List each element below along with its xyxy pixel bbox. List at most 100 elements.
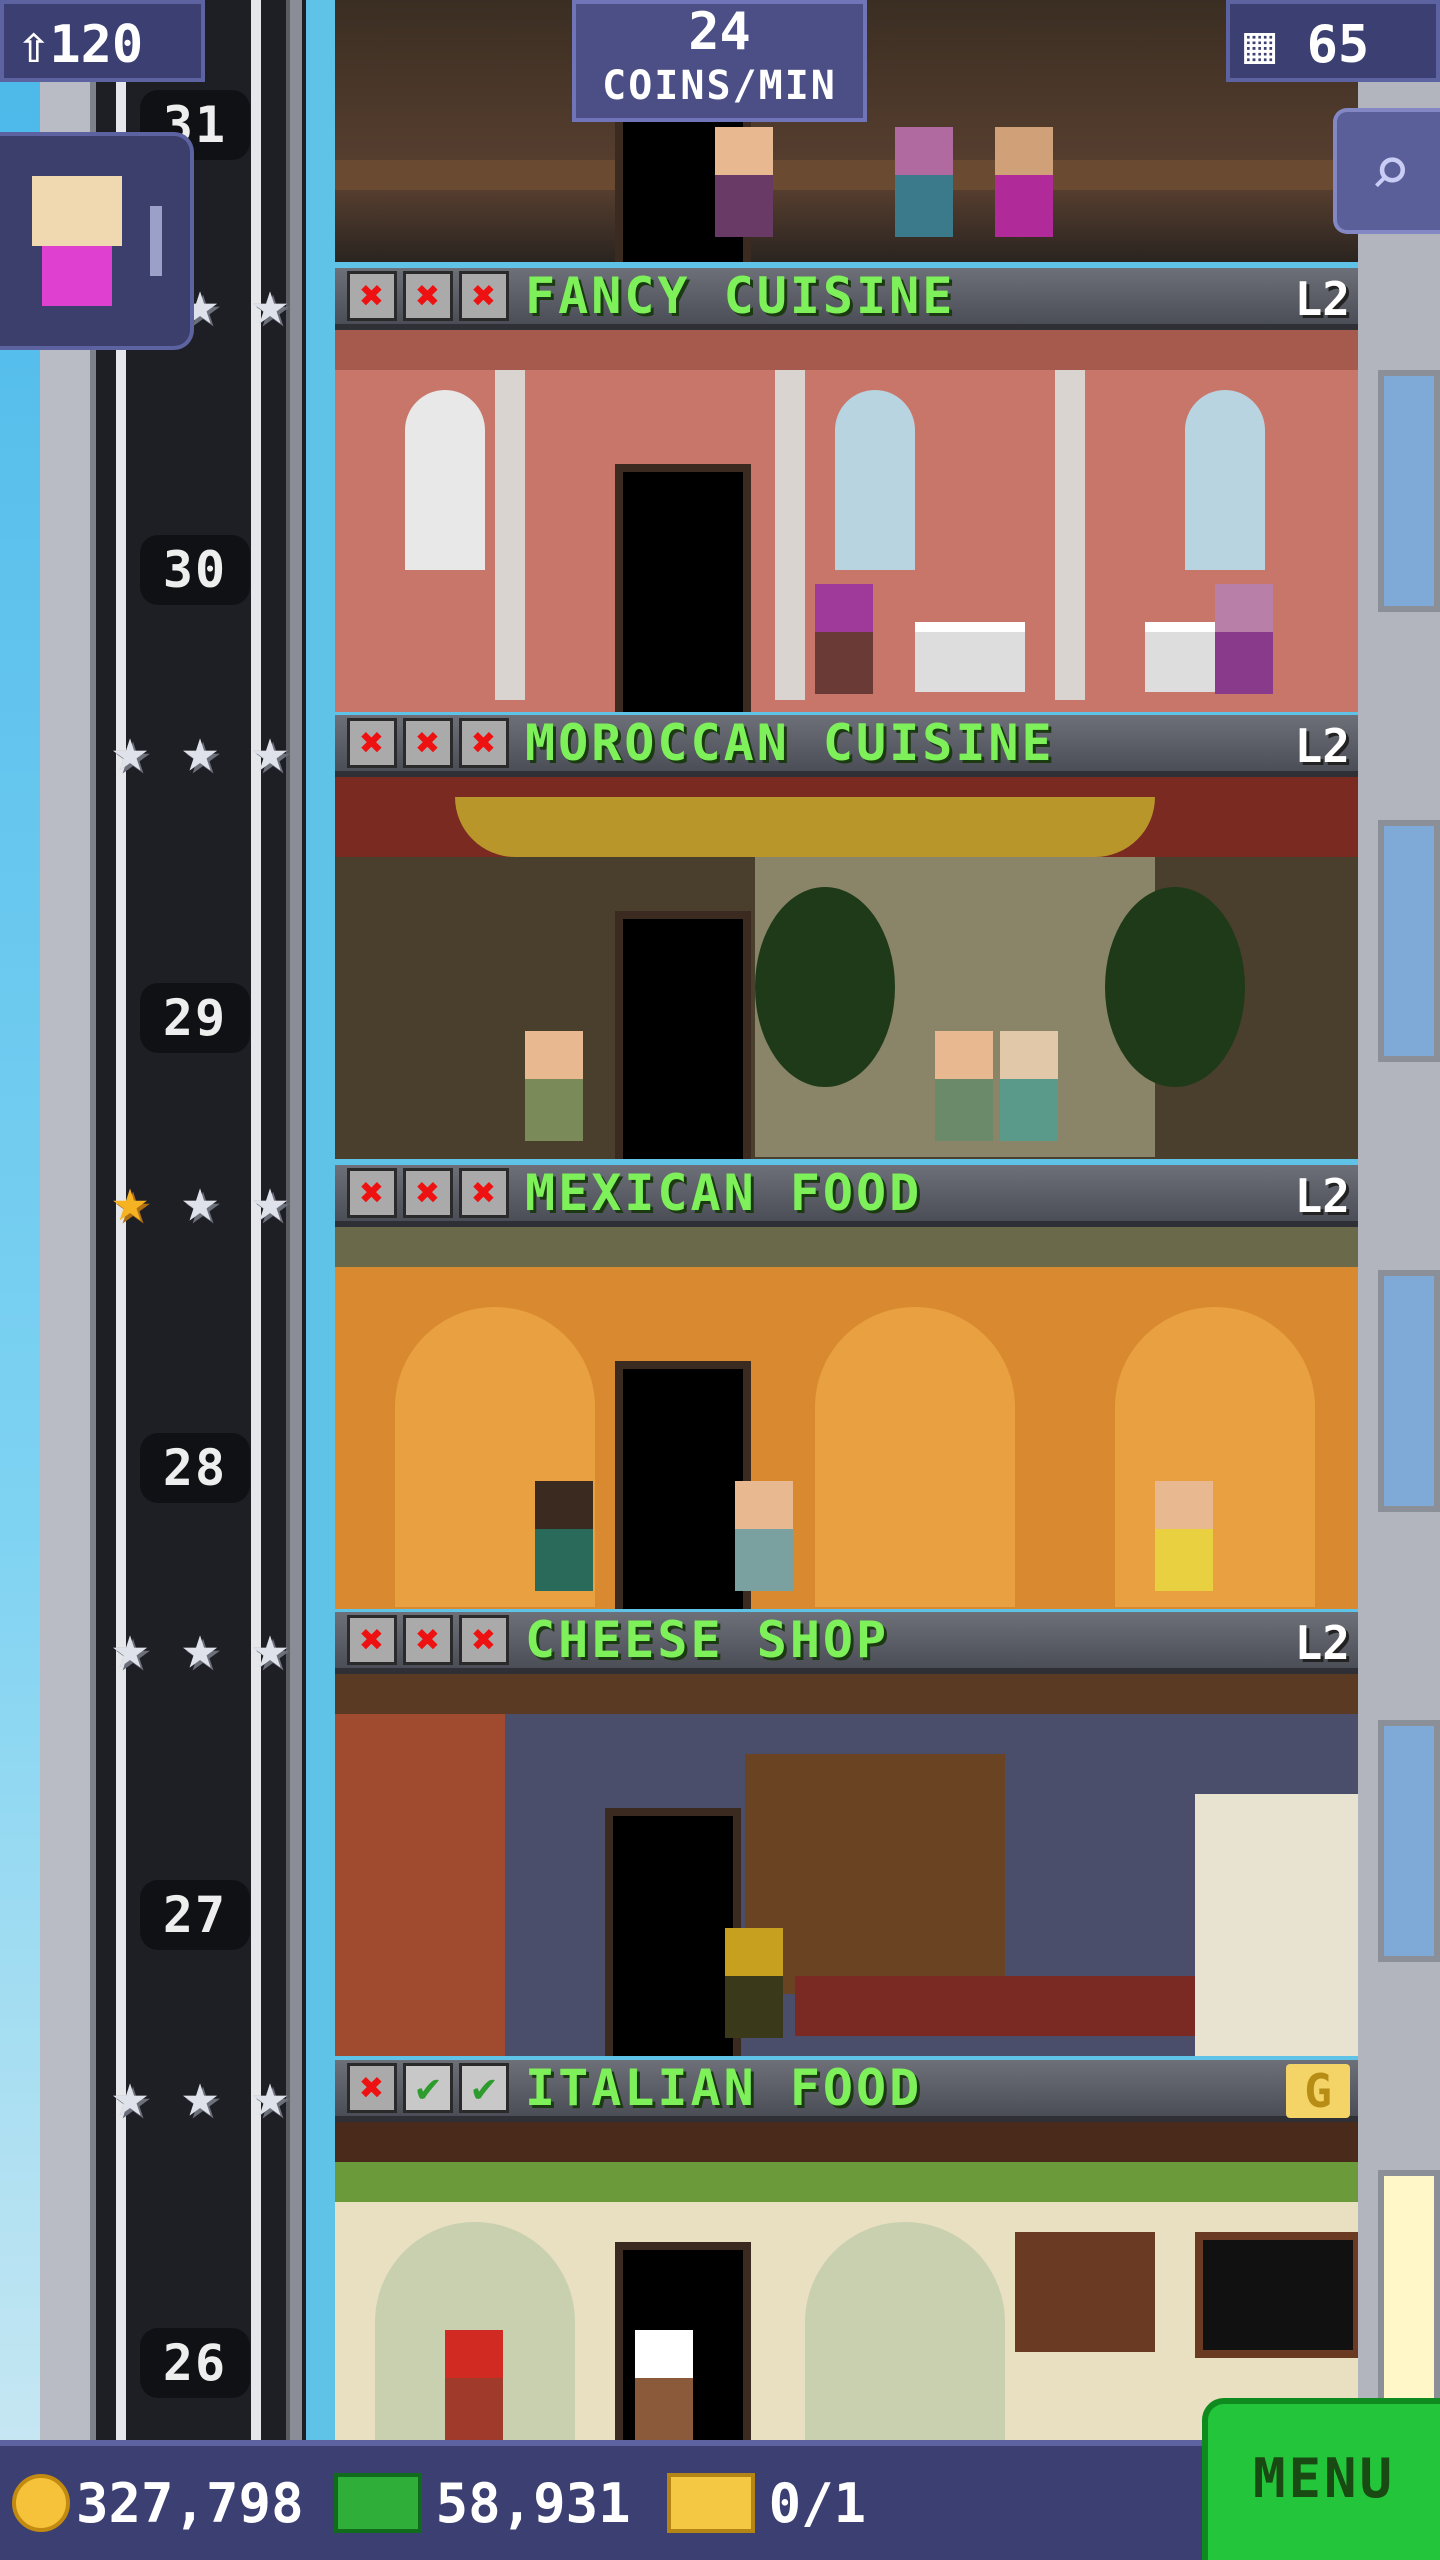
floors-counter[interactable]: ▦ 65 — [1226, 0, 1440, 82]
star-icon: ★ — [181, 1163, 219, 1236]
floor-name: MEXICAN FOOD — [525, 1164, 923, 1222]
floor-level: L2 — [1294, 719, 1350, 773]
room-door — [615, 464, 751, 712]
star-icon: ★ — [111, 713, 149, 786]
coins-per-min-value: 24 — [688, 2, 751, 62]
restock-status: ✖ ✖ ✖ — [347, 718, 509, 768]
floor-stars: ★ ★ ★ — [95, 2060, 305, 2130]
star-icon: ★ — [251, 1610, 289, 1683]
tickets-value: 0/1 — [768, 2471, 867, 2535]
x-mark-icon: ✖ — [403, 1168, 453, 1218]
floor-number-29: 29 — [140, 983, 250, 1053]
star-icon: ★ — [251, 2058, 289, 2131]
star-icon: ★ — [181, 2058, 219, 2131]
tower-left-wall — [40, 0, 98, 2440]
window — [1378, 2170, 1440, 2412]
star-icon: ★ — [181, 1610, 219, 1683]
window — [1378, 1720, 1440, 1962]
x-mark-icon: ✖ — [459, 271, 509, 321]
tower-right-wall — [1358, 0, 1440, 2440]
floor-moroccan-cuisine[interactable]: ✖ ✖ ✖ MOROCCAN CUISINE L2 — [335, 714, 1358, 1163]
floor-stars: ★ ★ ★ — [95, 1612, 305, 1682]
building-icon: ▦ — [1244, 15, 1276, 75]
x-mark-icon: ✖ — [403, 271, 453, 321]
restock-status: ✖ ✖ ✖ — [347, 1168, 509, 1218]
x-mark-icon: ✖ — [347, 718, 397, 768]
x-mark-icon: ✖ — [459, 1615, 509, 1665]
room-door — [605, 1808, 741, 2056]
gold-star-icon: ★ — [111, 1163, 149, 1236]
floor-level: G — [1286, 2064, 1350, 2118]
floor-stars: ★ ★ ★ — [95, 1165, 305, 1235]
zoom-button[interactable]: ⌕ — [1333, 108, 1440, 234]
floor-number-27: 27 — [140, 1880, 250, 1950]
star-icon: ★ — [181, 713, 219, 786]
population-icon: ⇧ — [18, 15, 50, 75]
x-mark-icon: ✖ — [459, 718, 509, 768]
table — [915, 622, 1025, 692]
x-mark-icon: ✖ — [459, 1168, 509, 1218]
window — [1378, 1270, 1440, 1512]
tower-bux-icon — [333, 2473, 422, 2533]
floor-name: MOROCCAN CUISINE — [525, 714, 1055, 772]
room-interior — [335, 1227, 1358, 1609]
population-value: 120 — [49, 15, 144, 75]
check-mark-icon: ✔ — [459, 2063, 509, 2113]
restock-status: ✖ ✖ ✖ — [347, 1615, 509, 1665]
avatar-expand-icon — [150, 206, 162, 276]
window — [1378, 820, 1440, 1062]
floor-header[interactable]: ✖ ✖ ✖ FANCY CUISINE L2 — [335, 267, 1358, 330]
floor-header[interactable]: ✖ ✖ ✖ MOROCCAN CUISINE L2 — [335, 714, 1358, 777]
coin-icon — [12, 2474, 70, 2532]
floor-header[interactable]: ✖ ✖ ✖ CHEESE SHOP L2 — [335, 1611, 1358, 1674]
room-interior — [335, 330, 1358, 712]
star-icon: ★ — [111, 1610, 149, 1683]
avatar-body — [42, 246, 112, 306]
check-mark-icon: ✔ — [403, 2063, 453, 2113]
floors-value: 65 — [1306, 15, 1370, 75]
floor-italian-food[interactable]: ✖ ✔ ✔ ITALIAN FOOD G — [335, 2059, 1358, 2440]
room-interior — [335, 1674, 1358, 2056]
floor-cheese-shop[interactable]: ✖ ✖ ✖ CHEESE SHOP L2 — [335, 1611, 1358, 2060]
floor-name: FANCY CUISINE — [525, 267, 956, 325]
floor-name: ITALIAN FOOD — [525, 2059, 923, 2117]
room-interior — [335, 2122, 1358, 2440]
floor-number-26: 26 — [140, 2328, 250, 2398]
coins-per-min-label: COINS/MIN — [602, 63, 837, 109]
room-door — [615, 1361, 751, 1609]
room-door — [615, 911, 751, 1159]
floor-number-28: 28 — [140, 1433, 250, 1503]
x-mark-icon: ✖ — [347, 271, 397, 321]
floor-header[interactable]: ✖ ✔ ✔ ITALIAN FOOD G — [335, 2059, 1358, 2122]
floor-name: CHEESE SHOP — [525, 1611, 890, 1669]
coins-per-min-panel[interactable]: 24 COINS/MIN — [572, 0, 867, 122]
room-interior — [335, 777, 1358, 1159]
golden-ticket-icon — [666, 2473, 755, 2533]
star-icon: ★ — [251, 1163, 289, 1236]
floor-level: L2 — [1294, 1616, 1350, 1670]
magnifier-icon: ⌕ — [1369, 130, 1412, 212]
floor-fancy-cuisine[interactable]: ✖ ✖ ✖ FANCY CUISINE L2 — [335, 267, 1358, 716]
floor-header[interactable]: ✖ ✖ ✖ MEXICAN FOOD L2 — [335, 1164, 1358, 1227]
floor-level: L2 — [1294, 272, 1350, 326]
window — [1378, 370, 1440, 612]
coins-value: 327,798 — [76, 2471, 304, 2535]
restock-status: ✖ ✔ ✔ — [347, 2063, 509, 2113]
x-mark-icon: ✖ — [403, 718, 453, 768]
x-mark-icon: ✖ — [347, 2063, 397, 2113]
x-mark-icon: ✖ — [347, 1615, 397, 1665]
population-counter[interactable]: ⇧120 — [0, 0, 205, 82]
x-mark-icon: ✖ — [347, 1168, 397, 1218]
bitizen-avatar-button[interactable] — [0, 132, 194, 350]
star-icon: ★ — [251, 713, 289, 786]
bux-value: 58,931 — [435, 2471, 631, 2535]
avatar-head — [32, 176, 122, 246]
floor-number-30: 30 — [140, 535, 250, 605]
floor-stars: ★ ★ ★ — [95, 715, 305, 785]
menu-button[interactable]: MENU — [1202, 2398, 1440, 2560]
floor-level: L2 — [1294, 1169, 1350, 1223]
star-icon: ★ — [251, 266, 289, 339]
floor-mexican-food[interactable]: ✖ ✖ ✖ MEXICAN FOOD L2 — [335, 1164, 1358, 1613]
star-icon: ★ — [111, 2058, 149, 2131]
restock-status: ✖ ✖ ✖ — [347, 271, 509, 321]
